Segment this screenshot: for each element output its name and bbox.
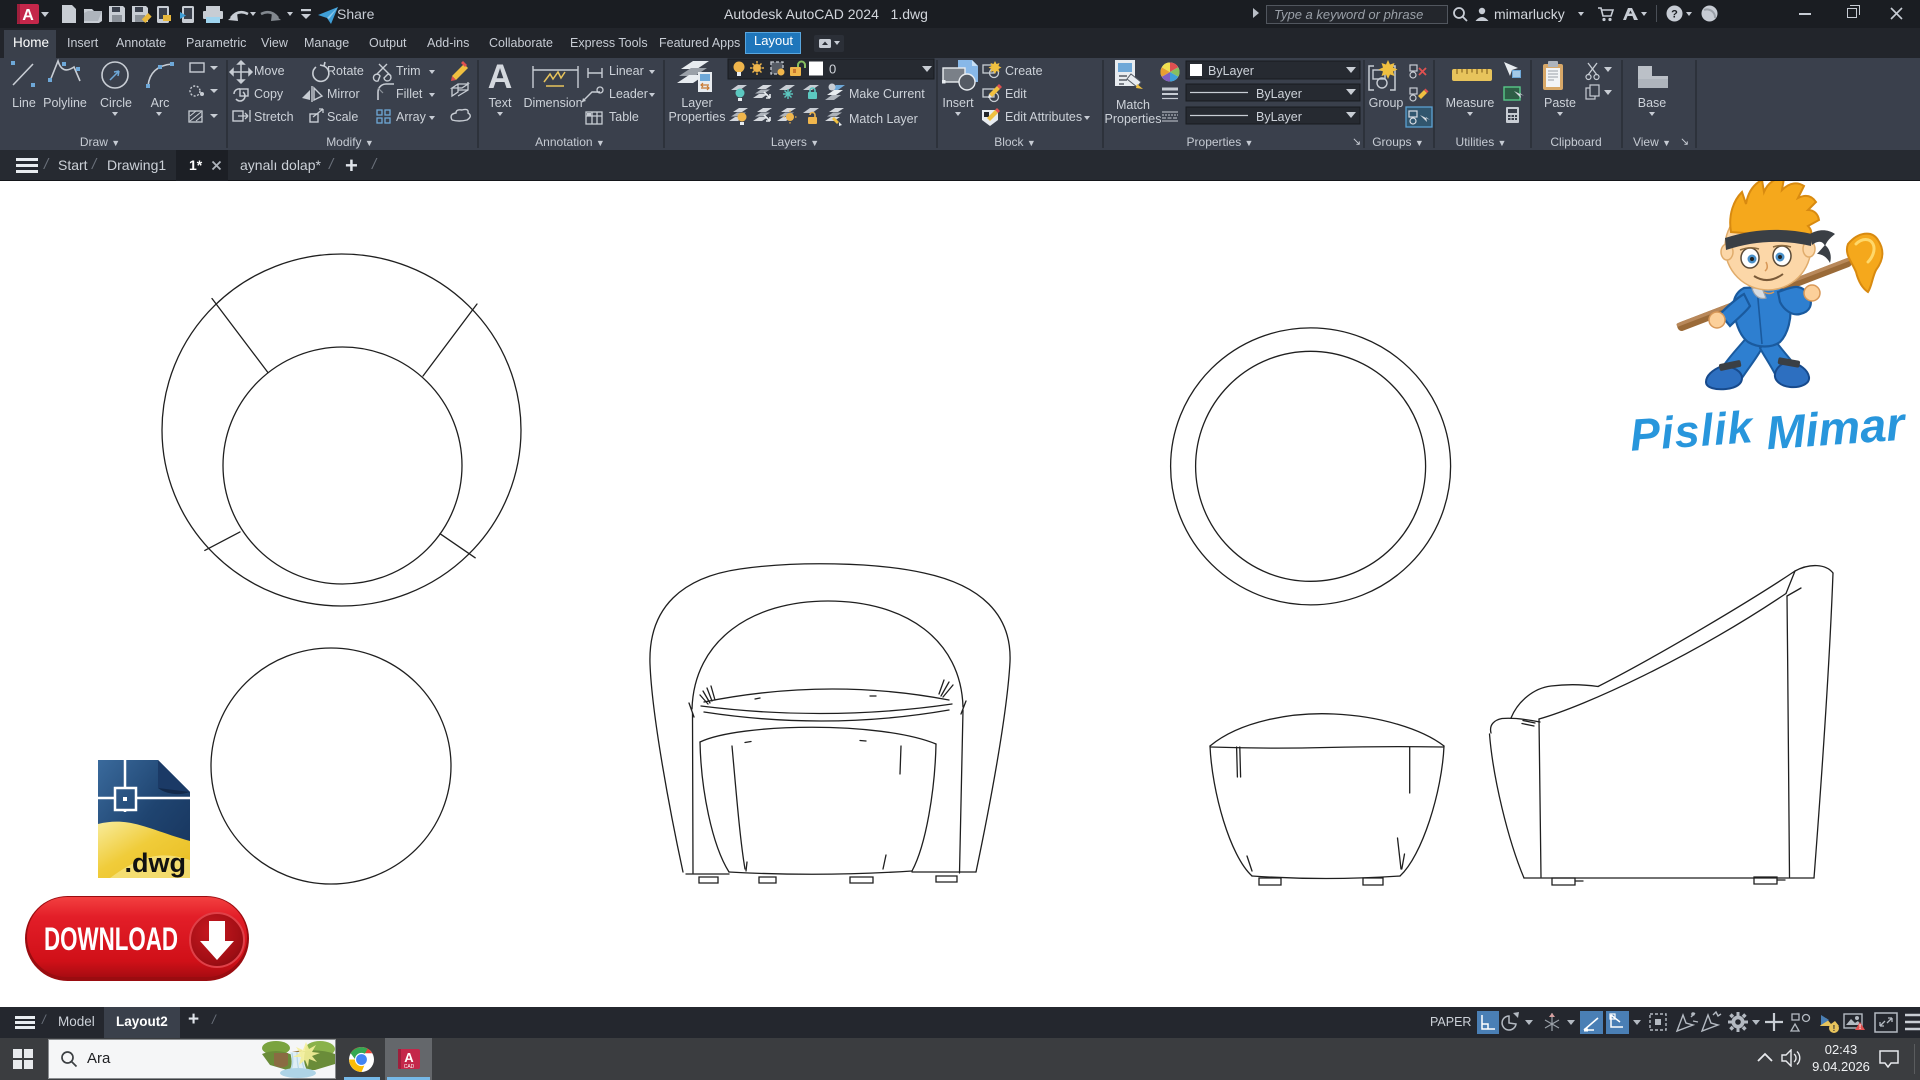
svg-text:.dwg: .dwg <box>125 848 187 878</box>
svg-text:!: ! <box>1859 1024 1861 1031</box>
svg-text:0: 0 <box>829 62 836 77</box>
svg-text:!: ! <box>1833 1024 1836 1033</box>
svg-text:CAD: CAD <box>404 1064 415 1070</box>
svg-text:A: A <box>404 1050 414 1065</box>
svg-text:Mimar: Mimar <box>1764 396 1908 459</box>
svg-text:A: A <box>22 7 34 24</box>
svg-text:A: A <box>488 58 513 96</box>
svg-text:?: ? <box>1671 9 1678 21</box>
svg-text:DOWNLOAD: DOWNLOAD <box>44 921 178 957</box>
svg-text:Pislik: Pislik <box>1628 401 1756 461</box>
